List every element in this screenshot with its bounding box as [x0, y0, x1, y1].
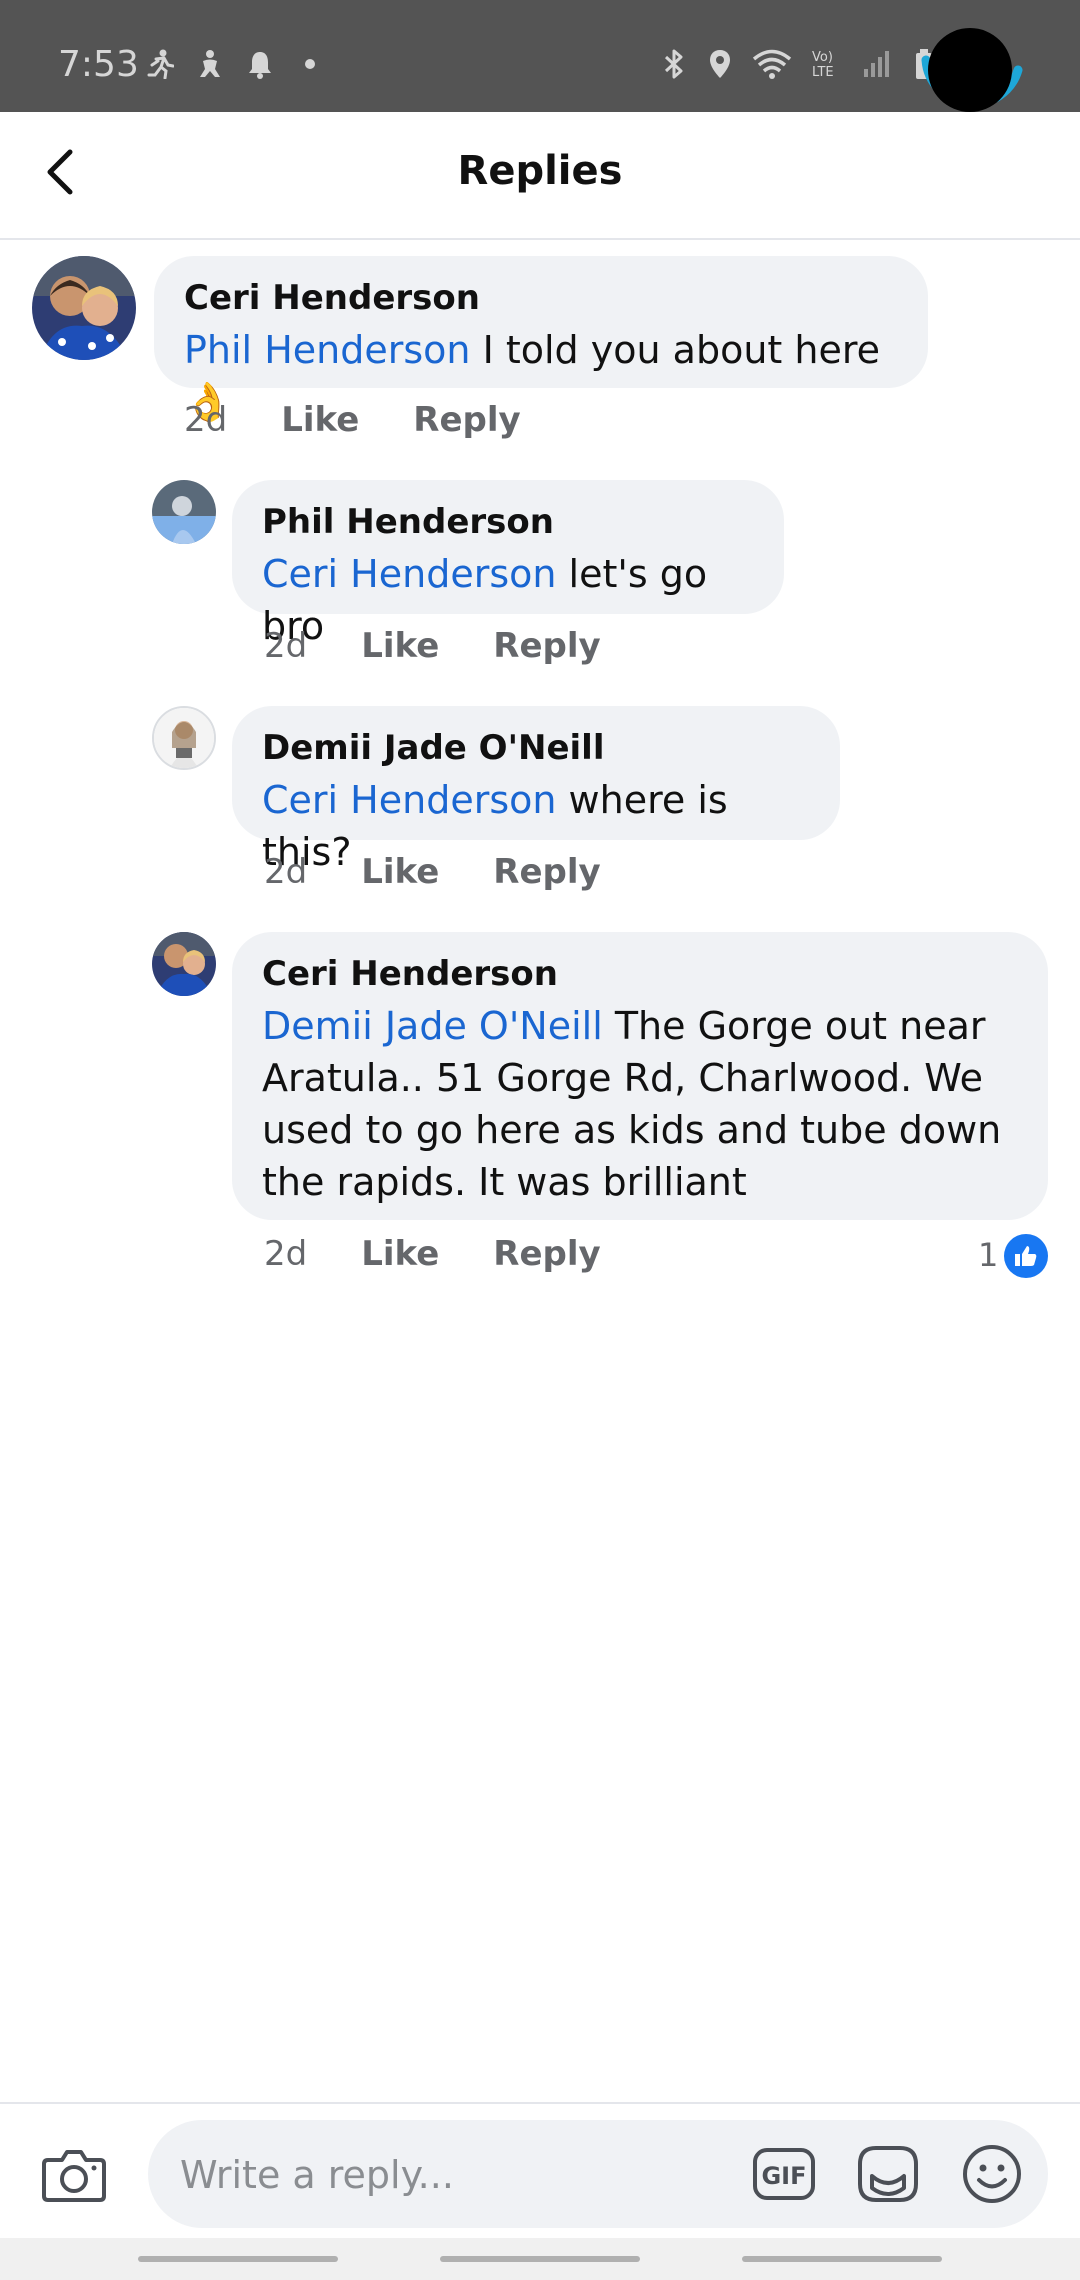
comment-bubble[interactable]: Demii Jade O'Neill Ceri Henderson where … — [232, 706, 840, 874]
accessibility-icon — [196, 48, 224, 80]
reply-button[interactable]: Reply — [493, 852, 600, 892]
notification-bell-icon — [246, 48, 274, 80]
like-button[interactable]: Like — [361, 852, 439, 892]
reply-button[interactable]: Reply — [413, 400, 520, 440]
like-button[interactable]: Like — [361, 1234, 439, 1274]
gif-icon[interactable]: GIF — [752, 2142, 816, 2206]
sticker-icon[interactable] — [856, 2142, 920, 2206]
status-right-icons: Vo) LTE — [660, 48, 938, 80]
thumbs-up-icon[interactable] — [1004, 1234, 1048, 1278]
header: Replies — [0, 112, 1080, 240]
mention-link[interactable]: Ceri Henderson — [262, 778, 556, 822]
nav-recent-button[interactable] — [138, 2256, 338, 2262]
comment-bubble[interactable]: Ceri Henderson Demii Jade O'Neill The Go… — [232, 932, 1048, 1220]
comment-time[interactable]: 2d — [184, 400, 227, 440]
wifi-icon — [752, 48, 792, 80]
composer-divider — [0, 2102, 1080, 2104]
reply-input[interactable] — [178, 2142, 742, 2208]
like-button[interactable]: Like — [361, 626, 439, 666]
comment-time[interactable]: 2d — [264, 626, 307, 666]
comment-actions: 2d Like Reply — [264, 852, 601, 892]
svg-text:LTE: LTE — [812, 65, 834, 80]
comment-actions: 2d Like Reply — [264, 626, 601, 666]
status-time: 7:53 — [58, 44, 139, 85]
comment-bubble[interactable]: Ceri Henderson Phil Henderson I told you… — [154, 256, 928, 424]
bluetooth-icon — [660, 48, 688, 80]
page-title: Replies — [457, 148, 623, 194]
like-count[interactable]: 1 — [978, 1236, 998, 1274]
svg-text:Vo): Vo) — [812, 50, 833, 65]
camera-icon[interactable] — [40, 2140, 108, 2208]
avatar[interactable] — [32, 256, 136, 360]
comment-time[interactable]: 2d — [264, 852, 307, 892]
comment-author[interactable]: Demii Jade O'Neill — [262, 726, 810, 770]
avatar[interactable] — [152, 706, 216, 770]
avatar[interactable] — [152, 932, 216, 996]
back-button[interactable] — [30, 142, 90, 202]
mention-link[interactable]: Phil Henderson — [184, 328, 470, 372]
emoji-icon[interactable] — [960, 2142, 1024, 2206]
system-nav-bar — [0, 2238, 1080, 2280]
mention-link[interactable]: Demii Jade O'Neill — [262, 1004, 603, 1048]
status-bar: 7:53 Vo) LTE — [0, 0, 1080, 112]
volte-icon: Vo) LTE — [810, 48, 844, 80]
comment-time[interactable]: 2d — [264, 1234, 307, 1274]
nav-back-button[interactable] — [742, 2256, 942, 2262]
chevron-left-icon — [47, 149, 73, 195]
reply-composer: GIF — [148, 2120, 1048, 2228]
gif-label: GIF — [761, 2162, 806, 2190]
comment-author[interactable]: Ceri Henderson — [262, 952, 1018, 996]
comment-author[interactable]: Ceri Henderson — [184, 276, 898, 320]
like-button[interactable]: Like — [281, 400, 359, 440]
signal-icon — [862, 48, 892, 80]
comment-actions: 2d Like Reply — [264, 1234, 601, 1274]
comment-author[interactable]: Phil Henderson — [262, 500, 754, 544]
nav-home-button[interactable] — [440, 2256, 640, 2262]
location-icon — [706, 48, 734, 80]
status-left-icons — [146, 48, 324, 80]
comment-bubble[interactable]: Phil Henderson Ceri Henderson let's go b… — [232, 480, 784, 648]
avatar[interactable] — [152, 480, 216, 544]
comment-text: Demii Jade O'Neill The Gorge out near Ar… — [262, 1000, 1018, 1208]
reply-button[interactable]: Reply — [493, 626, 600, 666]
mention-link[interactable]: Ceri Henderson — [262, 552, 556, 596]
dot-icon — [296, 48, 324, 80]
comment-actions: 2d Like Reply — [184, 400, 521, 440]
running-icon — [146, 48, 174, 80]
reply-button[interactable]: Reply — [493, 1234, 600, 1274]
